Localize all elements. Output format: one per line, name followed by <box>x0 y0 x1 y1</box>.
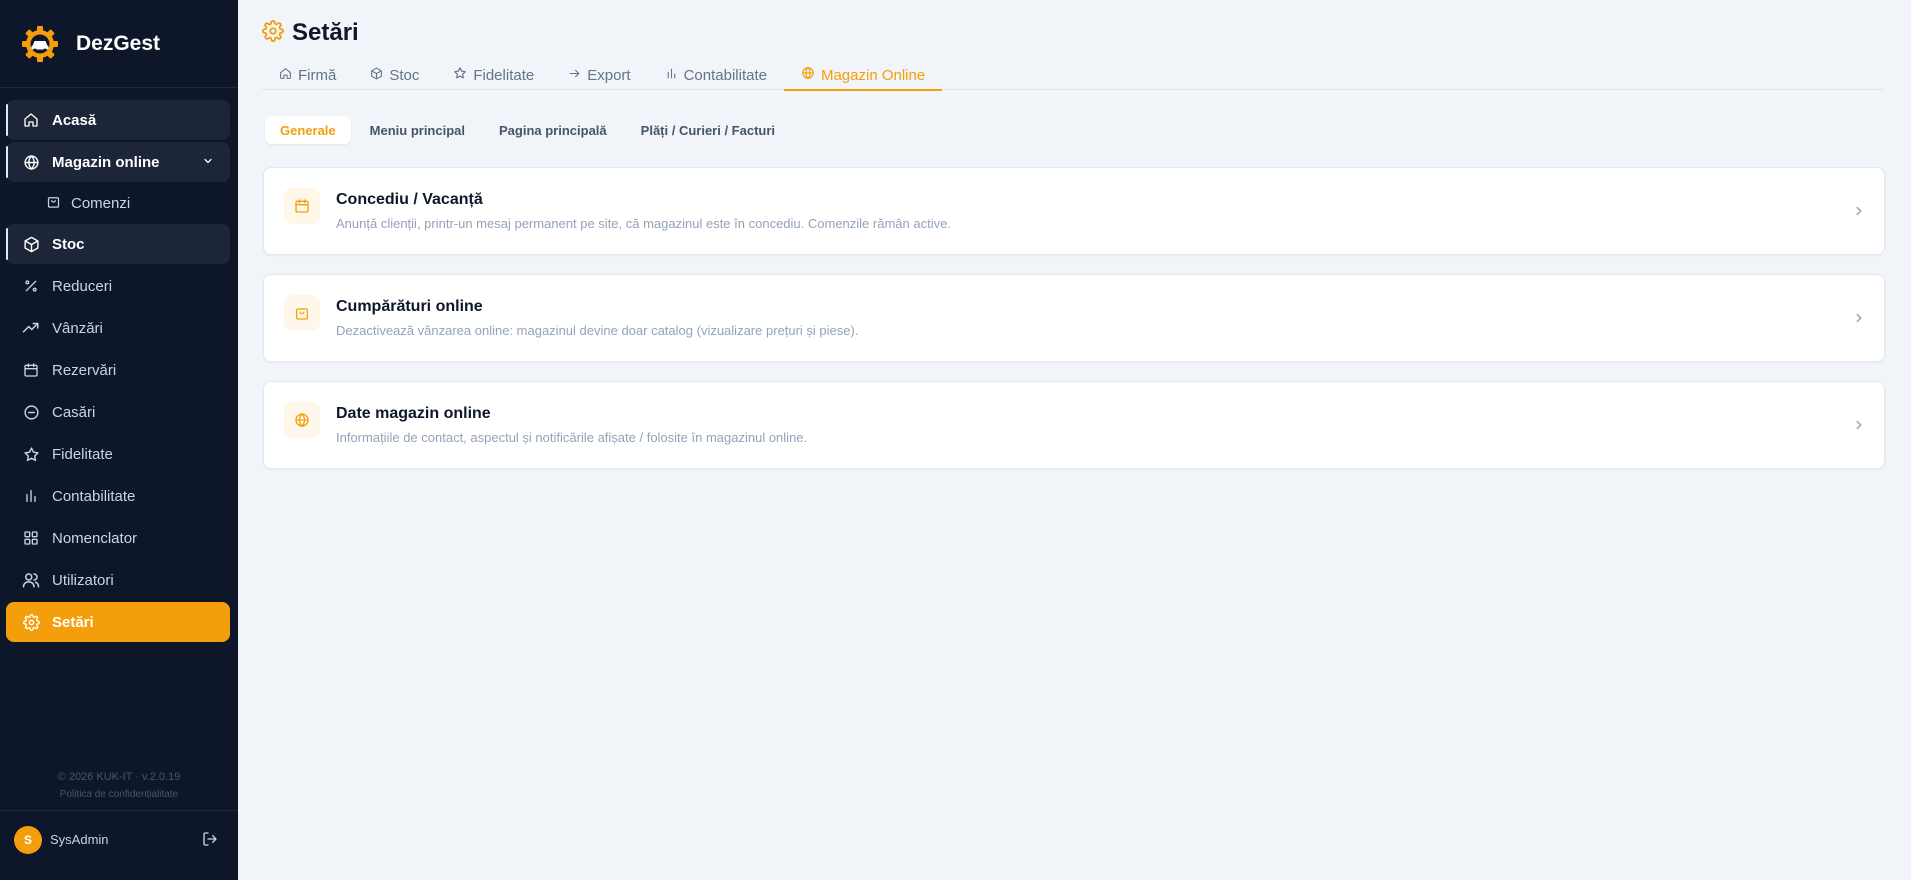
gear-car-logo-icon <box>20 24 60 64</box>
page-title: Setări <box>292 19 359 46</box>
sidebar-item-label: Magazin online <box>52 153 160 171</box>
sidebar-item-fidelitate[interactable]: Fidelitate <box>6 434 230 474</box>
sidebar-item-reduceri[interactable]: Reduceri <box>6 266 230 306</box>
tab-label: Fidelitate <box>473 66 535 84</box>
tab-contabilitate[interactable]: Contabilitate <box>648 60 784 90</box>
subtab-plati-curieri-facturi[interactable]: Plăți / Curieri / Facturi <box>626 116 790 144</box>
tab-label: Stoc <box>389 66 420 84</box>
card-description: Dezactivează vânzarea online: magazinul … <box>336 323 859 338</box>
tab-label: Magazin Online <box>820 66 926 84</box>
arrow-right-icon <box>568 67 581 84</box>
tab-firma[interactable]: Firmă <box>262 60 353 90</box>
bar-chart-icon <box>665 67 678 84</box>
avatar[interactable]: S <box>14 825 42 854</box>
sidebar-item-label: Rezervări <box>52 361 117 379</box>
brand-name: DezGest <box>76 31 161 55</box>
box-icon <box>22 235 40 253</box>
tab-magazin-online[interactable]: Magazin Online <box>783 60 943 91</box>
tab-export[interactable]: Export <box>551 60 647 90</box>
home-icon <box>279 67 292 84</box>
sidebar-item-setari[interactable]: Setări <box>6 602 230 642</box>
gear-icon <box>262 19 284 47</box>
page-header: Setări <box>262 19 359 47</box>
trend-icon <box>22 319 40 337</box>
user-name: SysAdmin <box>50 832 109 847</box>
sidebar-item-label: Nomenclator <box>52 529 138 547</box>
globe-icon <box>22 153 40 171</box>
tab-label: Export <box>587 66 631 84</box>
chevron-right-icon <box>1852 204 1866 223</box>
card-description: Informațiile de contact, aspectul și not… <box>336 430 808 445</box>
sidebar-item-stoc[interactable]: Stoc <box>6 224 230 264</box>
calendar-icon <box>22 361 40 379</box>
sidebar: DezGest Acasă Magazin online Comenzi Sto… <box>0 0 238 880</box>
bar-chart-icon <box>22 487 40 505</box>
percent-icon <box>22 277 40 295</box>
sidebar-item-label: Fidelitate <box>52 445 113 463</box>
subtabs: Generale Meniu principal Pagina principa… <box>265 116 794 144</box>
tab-label: Firmă <box>298 66 337 84</box>
globe-icon <box>801 66 815 84</box>
globe-icon <box>284 402 320 438</box>
sidebar-item-label: Utilizatori <box>52 571 114 589</box>
copyright-text: © 2026 KUK-IT · v.2.0.19 <box>57 771 181 783</box>
bag-icon <box>46 194 61 213</box>
users-icon <box>22 571 40 589</box>
sidebar-item-label: Vânzări <box>52 319 103 337</box>
card-description: Anunță clienții, printr-un mesaj permane… <box>336 216 951 231</box>
sidebar-item-label: Comenzi <box>71 194 131 212</box>
sidebar-item-casari[interactable]: Casări <box>6 392 230 432</box>
sidebar-item-label: Setări <box>52 613 94 631</box>
sidebar-item-label: Stoc <box>52 235 85 253</box>
user-panel: S SysAdmin <box>0 810 238 868</box>
privacy-link[interactable]: Politica de confidențialitate <box>0 789 238 800</box>
sidebar-item-label: Contabilitate <box>52 487 136 505</box>
sidebar-item-utilizatori[interactable]: Utilizatori <box>6 560 230 600</box>
sidebar-item-contabilitate[interactable]: Contabilitate <box>6 476 230 516</box>
card-concediu-vacanta[interactable]: Concediu / Vacanță Anunță clienții, prin… <box>263 167 1885 255</box>
chevron-right-icon <box>1852 418 1866 437</box>
sidebar-item-acasa[interactable]: Acasă <box>6 100 230 140</box>
sidebar-item-nomenclator[interactable]: Nomenclator <box>6 518 230 558</box>
main-content: Setări Firmă Stoc Fidelitate Export Cont… <box>238 0 1911 880</box>
tab-stoc[interactable]: Stoc <box>353 60 436 90</box>
sidebar-item-magazin-online[interactable]: Magazin online <box>6 142 230 182</box>
card-date-magazin-online[interactable]: Date magazin online Informațiile de cont… <box>263 381 1885 469</box>
settings-cards: Concediu / Vacanță Anunță clienții, prin… <box>263 167 1885 488</box>
star-icon <box>453 66 467 84</box>
chevron-down-icon[interactable] <box>202 154 214 171</box>
card-title: Concediu / Vacanță <box>336 191 483 208</box>
chevron-right-icon <box>1852 311 1866 330</box>
gear-icon <box>22 613 40 631</box>
subtab-meniu-principal[interactable]: Meniu principal <box>355 116 480 144</box>
sidebar-item-rezervari[interactable]: Rezervări <box>6 350 230 390</box>
minus-circle-icon <box>22 403 40 421</box>
subtab-pagina-principala[interactable]: Pagina principală <box>484 116 622 144</box>
logout-icon[interactable] <box>202 831 218 852</box>
brand[interactable]: DezGest <box>0 0 238 88</box>
grid-icon <box>22 529 40 547</box>
card-cumparaturi-online[interactable]: Cumpărături online Dezactivează vânzarea… <box>263 274 1885 362</box>
sidebar-item-comenzi[interactable]: Comenzi <box>6 184 230 222</box>
sidebar-item-label: Acasă <box>52 111 97 129</box>
card-title: Date magazin online <box>336 405 491 422</box>
box-icon <box>370 67 383 84</box>
card-title: Cumpărături online <box>336 298 483 315</box>
settings-tabs: Firmă Stoc Fidelitate Export Contabilita… <box>262 60 1884 91</box>
sidebar-nav: Acasă Magazin online Comenzi Stoc Reduce… <box>6 100 230 644</box>
subtab-generale[interactable]: Generale <box>265 116 351 144</box>
star-icon <box>22 445 40 463</box>
calendar-icon <box>284 188 320 224</box>
tab-fidelitate[interactable]: Fidelitate <box>436 60 551 90</box>
bag-icon <box>284 295 320 331</box>
sidebar-item-label: Casări <box>52 403 96 421</box>
tab-label: Contabilitate <box>683 66 767 84</box>
sidebar-item-label: Reduceri <box>52 277 113 295</box>
home-icon <box>22 111 40 129</box>
sidebar-item-vanzari[interactable]: Vânzări <box>6 308 230 348</box>
